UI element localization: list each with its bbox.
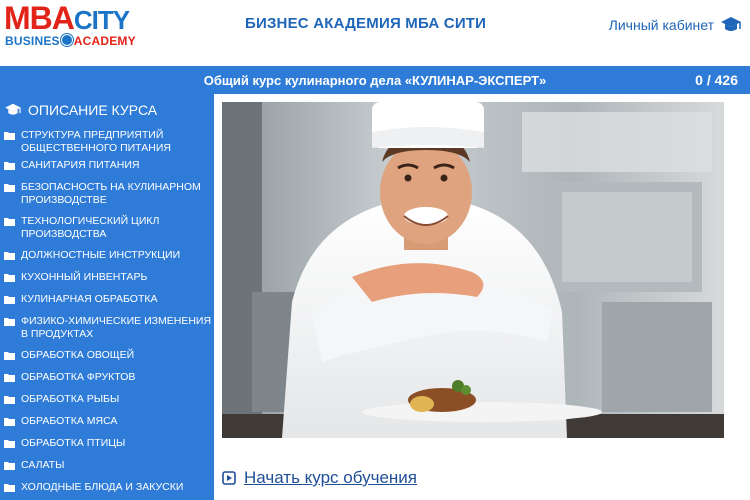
folder-icon <box>4 184 15 192</box>
sidebar-item-kitchen-inventory[interactable]: КУХОННЫЙ ИНВЕНТАРЬ <box>0 271 214 293</box>
folder-icon <box>4 440 15 448</box>
sidebar-item-label: ОБРАБОТКА ОВОЩЕЙ <box>21 349 135 361</box>
sidebar-item-meat[interactable]: ОБРАБОТКА МЯСА <box>0 415 214 437</box>
folder-icon <box>4 252 15 260</box>
folder-icon <box>4 296 15 304</box>
sidebar-item-structure[interactable]: СТРУКТУРА ПРЕДПРИЯТИЙ ОБЩЕСТВЕННОГО ПИТА… <box>0 129 214 159</box>
folder-icon <box>4 274 15 282</box>
sidebar-item-vegetables[interactable]: ОБРАБОТКА ОВОЩЕЙ <box>0 349 214 371</box>
sidebar-item-label: БЕЗОПАСНОСТЬ НА КУЛИНАРНОМ ПРОИЗВОДСТВЕ <box>21 181 201 206</box>
logo-city-text: CITY <box>73 5 130 35</box>
folder-icon <box>4 396 15 404</box>
logo-mba-text: MBA <box>4 0 75 36</box>
folder-icon <box>4 484 15 492</box>
folder-icon <box>4 132 15 140</box>
sidebar-item-cold-dishes[interactable]: ХОЛОДНЫЕ БЛЮДА И ЗАКУСКИ <box>0 481 214 500</box>
cabinet-label: Личный кабинет <box>608 17 714 33</box>
course-title: Общий курс кулинарного дела «КУЛИНАР-ЭКС… <box>203 73 547 88</box>
sidebar-item-salads[interactable]: САЛАТЫ <box>0 459 214 481</box>
start-course-link[interactable]: Начать курс обучения <box>222 468 417 488</box>
folder-icon <box>4 352 15 360</box>
sidebar-item-label: САЛАТЫ <box>21 459 65 471</box>
sidebar-item-label: СТРУКТУРА ПРЕДПРИЯТИЙ ОБЩЕСТВЕННОГО ПИТА… <box>21 129 171 154</box>
sidebar-item-label: ОБРАБОТКА ПТИЦЫ <box>21 437 126 449</box>
chef-photo <box>222 102 724 438</box>
folder-icon <box>4 374 15 382</box>
sidebar-item-physchem-changes[interactable]: ФИЗИКО-ХИМИЧЕСКИЕ ИЗМЕНЕНИЯ В ПРОДУКТАХ <box>0 315 214 349</box>
personal-cabinet-link[interactable]: Личный кабинет <box>609 16 742 34</box>
mba-city-logo[interactable]: MBACITY BUSINES ACADEMY <box>4 2 179 48</box>
logo-academy-text: ACADEMY <box>73 34 136 48</box>
course-sidebar: ОПИСАНИЕ КУРСА СТРУКТУРА ПРЕДПРИЯТИЙ ОБЩ… <box>0 94 214 500</box>
sidebar-item-safety[interactable]: БЕЗОПАСНОСТЬ НА КУЛИНАРНОМ ПРОИЗВОДСТВЕ <box>0 181 214 215</box>
sidebar-item-poultry[interactable]: ОБРАБОТКА ПТИЦЫ <box>0 437 214 459</box>
sidebar-item-culinary-processing[interactable]: КУЛИНАРНАЯ ОБРАБОТКА <box>0 293 214 315</box>
sidebar-item-label: ФИЗИКО-ХИМИЧЕСКИЕ ИЗМЕНЕНИЯ В ПРОДУКТАХ <box>21 315 212 340</box>
sidebar-item-fruits[interactable]: ОБРАБОТКА ФРУКТОВ <box>0 371 214 393</box>
site-title: БИЗНЕС АКАДЕМИЯ МБА СИТИ <box>245 15 487 32</box>
start-course-label: Начать курс обучения <box>244 468 417 487</box>
sidebar-item-fish[interactable]: ОБРАБОТКА РЫБЫ <box>0 393 214 415</box>
sidebar-item-label: ТЕХНОЛОГИЧЕСКИЙ ЦИКЛ ПРОИЗВОДСТВА <box>21 215 160 240</box>
course-bar: Общий курс кулинарного дела «КУЛИНАР-ЭКС… <box>0 66 750 94</box>
sidebar-item-label: ДОЛЖНОСТНЫЕ ИНСТРУКЦИИ <box>21 249 181 261</box>
course-modules-list: СТРУКТУРА ПРЕДПРИЯТИЙ ОБЩЕСТВЕННОГО ПИТА… <box>0 129 214 500</box>
sidebar-item-label: ОБРАБОТКА РЫБЫ <box>21 393 120 405</box>
sidebar-item-tech-cycle[interactable]: ТЕХНОЛОГИЧЕСКИЙ ЦИКЛ ПРОИЗВОДСТВА <box>0 215 214 249</box>
course-description-label: ОПИСАНИЕ КУРСА <box>28 102 158 118</box>
logo-top-line: MBACITY <box>4 0 130 36</box>
sidebar-item-sanitation[interactable]: САНИТАРИЯ ПИТАНИЯ <box>0 159 214 181</box>
logo-business-text: BUSINES <box>5 34 60 48</box>
folder-icon <box>4 162 15 170</box>
progress-counter: 0 / 426 <box>695 72 738 88</box>
sidebar-item-label: ОБРАБОТКА ФРУКТОВ <box>21 371 136 383</box>
sidebar-item-label: ХОЛОДНЫЕ БЛЮДА И ЗАКУСКИ <box>21 481 184 493</box>
play-square-icon <box>222 471 236 485</box>
folder-icon <box>4 462 15 470</box>
graduation-cap-icon <box>721 17 741 31</box>
folder-icon <box>4 218 15 226</box>
folder-icon <box>4 418 15 426</box>
course-description-heading[interactable]: ОПИСАНИЕ КУРСА <box>4 102 157 118</box>
graduation-cap-icon <box>5 103 21 115</box>
sidebar-item-label: КУЛИНАРНАЯ ОБРАБОТКА <box>21 293 158 305</box>
sidebar-item-label: ОБРАБОТКА МЯСА <box>21 415 118 427</box>
sidebar-item-label: САНИТАРИЯ ПИТАНИЯ <box>21 159 140 171</box>
folder-icon <box>4 318 15 326</box>
sidebar-item-label: КУХОННЫЙ ИНВЕНТАРЬ <box>21 271 148 283</box>
logo-ball-icon <box>60 34 73 46</box>
logo-bottom-line: BUSINES ACADEMY <box>5 34 136 47</box>
sidebar-item-job-instructions[interactable]: ДОЛЖНОСТНЫЕ ИНСТРУКЦИИ <box>0 249 214 271</box>
site-header: MBACITY BUSINES ACADEMY БИЗНЕС АКАДЕМИЯ М… <box>0 0 750 64</box>
